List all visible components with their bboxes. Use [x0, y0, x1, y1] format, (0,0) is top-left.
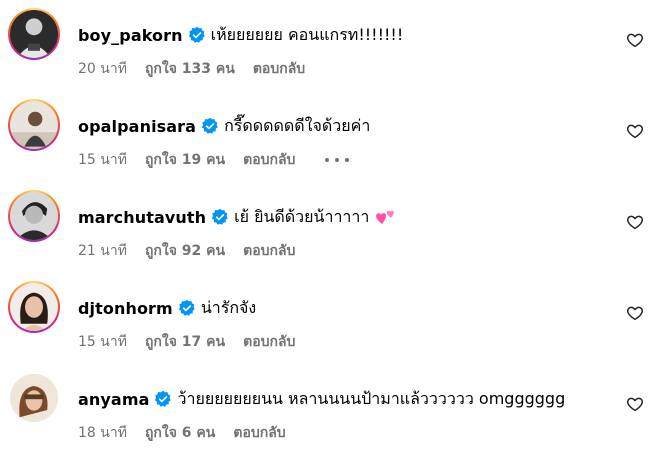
- comment-line: opalpanisara กรี๊ดดดดดดีใจด้วยค่า: [78, 115, 370, 137]
- comment-meta: 21 นาที ถูกใจ 92 คน ตอบกลับ: [78, 240, 295, 262]
- comment-item: djtonhorm น่ารักจัง 15 นาที ถูกใจ 17 คน …: [0, 273, 655, 363]
- username[interactable]: opalpanisara: [78, 117, 196, 136]
- reply-button[interactable]: ตอบกลับ: [233, 422, 285, 444]
- likes-count[interactable]: ถูกใจ 17 คน: [145, 331, 225, 353]
- reply-button[interactable]: ตอบกลับ: [243, 331, 295, 353]
- avatar-photo: [10, 374, 58, 422]
- avatar[interactable]: [8, 99, 60, 151]
- avatar[interactable]: [10, 374, 58, 422]
- likes-count[interactable]: ถูกใจ 92 คน: [145, 240, 225, 262]
- verified-badge-icon: [154, 390, 172, 408]
- username[interactable]: djtonhorm: [78, 299, 173, 318]
- comment-line: marchutavuth เย้ ยินดีด้วยน้าาาาา: [78, 206, 397, 228]
- comment-text: น่ารักจัง: [200, 297, 257, 317]
- heart-outline-icon[interactable]: [626, 304, 644, 322]
- timestamp[interactable]: 20 นาที: [78, 58, 127, 80]
- verified-badge-icon: [188, 26, 206, 44]
- comment-item: marchutavuth เย้ ยินดีด้วยน้าาาาา 21 นาท…: [0, 182, 655, 272]
- comment-text: เย้ ยินดีด้วยน้าาาาา: [234, 206, 370, 226]
- comment-meta: 15 นาที ถูกใจ 19 คน ตอบกลับ: [78, 149, 350, 171]
- likes-count[interactable]: ถูกใจ 19 คน: [145, 149, 225, 171]
- verified-badge-icon: [211, 208, 229, 226]
- comment-line: boy_pakorn เห้ยยยยยย คอนแกรท!!!!!!!: [78, 24, 403, 46]
- avatar-photo: [10, 101, 58, 149]
- avatar-photo: [10, 192, 58, 240]
- heart-outline-icon[interactable]: [626, 122, 644, 140]
- avatar[interactable]: [8, 281, 60, 333]
- reply-button[interactable]: ตอบกลับ: [243, 149, 295, 171]
- comment-text: กรี๊ดดดดดดีใจด้วยค่า: [224, 115, 371, 135]
- heart-outline-icon[interactable]: [626, 395, 644, 413]
- comment-text: เห้ยยยยยย คอนแกรท!!!!!!!: [210, 24, 404, 44]
- heart-outline-icon[interactable]: [626, 31, 644, 49]
- avatar[interactable]: [8, 8, 60, 60]
- comment-text: ว้ายยยยยยยนน หลานนนนป้ามาแล้วววววว omggg…: [177, 388, 566, 408]
- two-hearts-icon: [375, 208, 397, 226]
- verified-badge-icon: [201, 117, 219, 135]
- avatar[interactable]: [8, 190, 60, 242]
- timestamp[interactable]: 15 นาที: [78, 331, 127, 353]
- comment-meta: 20 นาที ถูกใจ 133 คน ตอบกลับ: [78, 58, 305, 80]
- username[interactable]: boy_pakorn: [78, 26, 183, 45]
- comment-item: boy_pakorn เห้ยยยยยย คอนแกรท!!!!!!! 20 น…: [0, 0, 655, 90]
- comment-line: anyama ว้ายยยยยยยนน หลานนนนป้ามาแล้ววววว…: [78, 388, 565, 410]
- comment-item: anyama ว้ายยยยยยยนน หลานนนนป้ามาแล้ววววว…: [0, 364, 655, 454]
- reply-button[interactable]: ตอบกลับ: [253, 58, 305, 80]
- timestamp[interactable]: 21 นาที: [78, 240, 127, 262]
- avatar-photo: [10, 283, 58, 331]
- comment-item: opalpanisara กรี๊ดดดดดดีใจด้วยค่า 15 นาท…: [0, 91, 655, 181]
- heart-outline-icon[interactable]: [626, 213, 644, 231]
- timestamp[interactable]: 18 นาที: [78, 422, 127, 444]
- likes-count[interactable]: ถูกใจ 133 คน: [145, 58, 235, 80]
- comment-meta: 18 นาที ถูกใจ 6 คน ตอบกลับ: [78, 422, 286, 444]
- likes-count[interactable]: ถูกใจ 6 คน: [145, 422, 215, 444]
- verified-badge-icon: [178, 299, 196, 317]
- more-options-icon[interactable]: [325, 156, 350, 164]
- username[interactable]: anyama: [78, 390, 149, 409]
- comment-line: djtonhorm น่ารักจัง: [78, 297, 256, 319]
- username[interactable]: marchutavuth: [78, 208, 206, 227]
- comment-meta: 15 นาที ถูกใจ 17 คน ตอบกลับ: [78, 331, 295, 353]
- timestamp[interactable]: 15 นาที: [78, 149, 127, 171]
- reply-button[interactable]: ตอบกลับ: [243, 240, 295, 262]
- avatar-photo: [10, 10, 58, 58]
